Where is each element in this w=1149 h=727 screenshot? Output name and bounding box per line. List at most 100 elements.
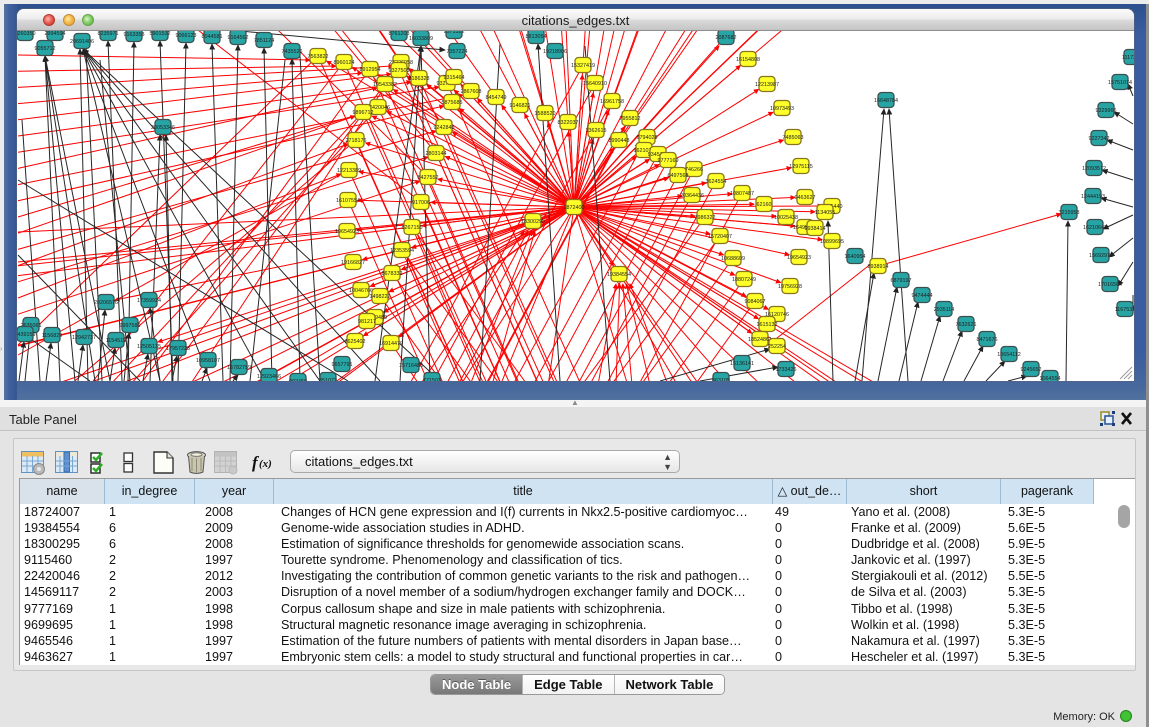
- svg-text:771503: 771503: [423, 378, 441, 381]
- svg-text:7955812: 7955812: [620, 116, 641, 122]
- svg-text:19756928: 19756928: [778, 284, 802, 290]
- svg-text:8938914: 8938914: [868, 264, 889, 270]
- svg-text:8186328: 8186328: [409, 76, 430, 82]
- svg-text:20364436: 20364436: [680, 193, 704, 199]
- svg-text:1156829: 1156829: [42, 333, 63, 339]
- svg-text:15751074: 15751074: [1108, 80, 1132, 86]
- svg-text:2718176: 2718176: [346, 138, 367, 144]
- svg-text:8454749: 8454749: [486, 95, 507, 101]
- svg-text:1117205: 1117205: [1122, 55, 1134, 61]
- svg-text:8912954: 8912954: [360, 67, 381, 73]
- svg-text:7851124: 7851124: [254, 38, 275, 44]
- svg-text:20691406: 20691406: [70, 39, 94, 45]
- svg-text:19218906: 19218906: [543, 49, 567, 55]
- svg-text:7485063: 7485063: [783, 135, 804, 141]
- svg-text:9439159: 9439159: [17, 332, 36, 338]
- svg-text:8761203: 8761203: [389, 31, 410, 37]
- svg-text:15640910: 15640910: [583, 81, 607, 87]
- svg-text:9896712: 9896712: [353, 110, 374, 116]
- svg-text:1362615: 1362615: [586, 128, 607, 134]
- svg-text:10543382: 10543382: [373, 82, 397, 88]
- svg-text:10958107: 10958107: [196, 358, 220, 364]
- svg-text:7563822: 7563822: [308, 54, 329, 60]
- svg-text:9084067: 9084067: [745, 299, 766, 305]
- svg-text:17359924: 17359924: [137, 298, 161, 304]
- svg-text:17016504: 17016504: [1098, 282, 1122, 288]
- svg-text:9055712: 9055712: [35, 46, 56, 52]
- svg-text:7632621: 7632621: [956, 322, 977, 328]
- svg-text:1134055: 1134055: [815, 210, 836, 216]
- svg-text:2935114: 2935114: [934, 307, 955, 313]
- svg-text:1167533: 1167533: [1115, 307, 1134, 313]
- svg-text:8267150: 8267150: [402, 225, 423, 231]
- svg-text:10688609: 10688609: [721, 256, 745, 262]
- svg-text:19166827: 19166827: [341, 260, 365, 266]
- svg-text:1498222: 1498222: [370, 294, 391, 300]
- svg-text:15720407: 15720407: [708, 234, 732, 240]
- svg-text:3624554: 3624554: [706, 179, 727, 185]
- svg-text:12942737: 12942737: [72, 335, 96, 341]
- svg-text:9997586: 9997586: [120, 323, 141, 329]
- svg-text:6794028: 6794028: [637, 135, 658, 141]
- svg-text:8678332: 8678332: [382, 271, 403, 277]
- svg-text:20053346: 20053346: [151, 125, 175, 131]
- svg-text:16961758: 16961758: [600, 99, 624, 105]
- svg-text:1733426: 1733426: [776, 367, 797, 373]
- svg-text:10807487: 10807487: [730, 191, 754, 197]
- svg-text:851072: 851072: [319, 378, 337, 381]
- svg-text:3215958: 3215958: [1059, 210, 1080, 216]
- svg-text:8044581: 8044581: [202, 34, 223, 40]
- svg-text:9164562: 9164562: [228, 35, 249, 41]
- svg-text:7986322: 7986322: [695, 215, 716, 221]
- svg-text:8322037: 8322037: [558, 120, 579, 126]
- svg-text:12975115: 12975115: [789, 164, 813, 170]
- svg-text:12213987: 12213987: [755, 82, 779, 88]
- svg-text:917006: 917006: [412, 200, 430, 206]
- svg-text:16782759: 16782759: [227, 365, 251, 371]
- svg-text:16154808: 16154808: [736, 57, 760, 63]
- svg-text:(x): (x): [259, 458, 272, 470]
- svg-text:7357224: 7357224: [447, 49, 468, 55]
- svg-text:2260350: 2260350: [17, 31, 36, 37]
- svg-text:981217: 981217: [358, 319, 376, 325]
- svg-text:12505135: 12505135: [137, 344, 161, 350]
- svg-text:15136141: 15136141: [730, 361, 754, 367]
- svg-text:9146821: 9146821: [510, 103, 531, 109]
- svg-text:8813054: 8813054: [526, 34, 547, 40]
- svg-text:12923466: 12923466: [257, 374, 281, 380]
- svg-text:9657791: 9657791: [332, 362, 353, 368]
- svg-text:5875685: 5875685: [442, 100, 463, 106]
- svg-text:16210643: 16210643: [1083, 225, 1107, 231]
- svg-text:6879197: 6879197: [891, 278, 912, 284]
- svg-text:7435526: 7435526: [282, 49, 303, 55]
- svg-text:12213389: 12213389: [337, 168, 361, 174]
- svg-text:12353594: 12353594: [390, 248, 414, 254]
- svg-text:9571322: 9571322: [444, 31, 465, 35]
- svg-text:9938414: 9938414: [805, 226, 826, 232]
- svg-text:902450: 902450: [289, 379, 307, 381]
- svg-text:1640954: 1640954: [845, 254, 866, 260]
- svg-text:1872400: 1872400: [564, 205, 585, 211]
- svg-text:1588520: 1588520: [535, 111, 556, 117]
- svg-text:19384554: 19384554: [607, 272, 631, 278]
- svg-text:9245652: 9245652: [1021, 367, 1042, 373]
- svg-text:9315464: 9315464: [444, 75, 465, 81]
- svg-text:18300295: 18300295: [521, 219, 545, 225]
- svg-text:8471676: 8471676: [977, 337, 998, 343]
- svg-text:15327419: 15327419: [571, 63, 595, 69]
- svg-text:8990448: 8990448: [609, 138, 630, 144]
- svg-text:62160: 62160: [757, 202, 772, 208]
- svg-text:863105: 863105: [712, 378, 730, 381]
- svg-text:9227342: 9227342: [1089, 136, 1110, 142]
- svg-text:12444193: 12444193: [1081, 194, 1105, 200]
- svg-text:1064554: 1064554: [1040, 376, 1061, 381]
- svg-text:15692971: 15692971: [1089, 253, 1113, 259]
- svg-text:16033809: 16033809: [409, 36, 433, 42]
- svg-text:15716485: 15716485: [399, 363, 423, 369]
- svg-text:5901532: 5901532: [150, 31, 171, 37]
- svg-text:9327503: 9327503: [389, 68, 410, 74]
- svg-text:2867608: 2867608: [461, 89, 482, 95]
- svg-text:16648784: 16648784: [874, 98, 898, 104]
- svg-text:8960124: 8960124: [334, 60, 355, 66]
- svg-text:9066123: 9066123: [176, 33, 197, 39]
